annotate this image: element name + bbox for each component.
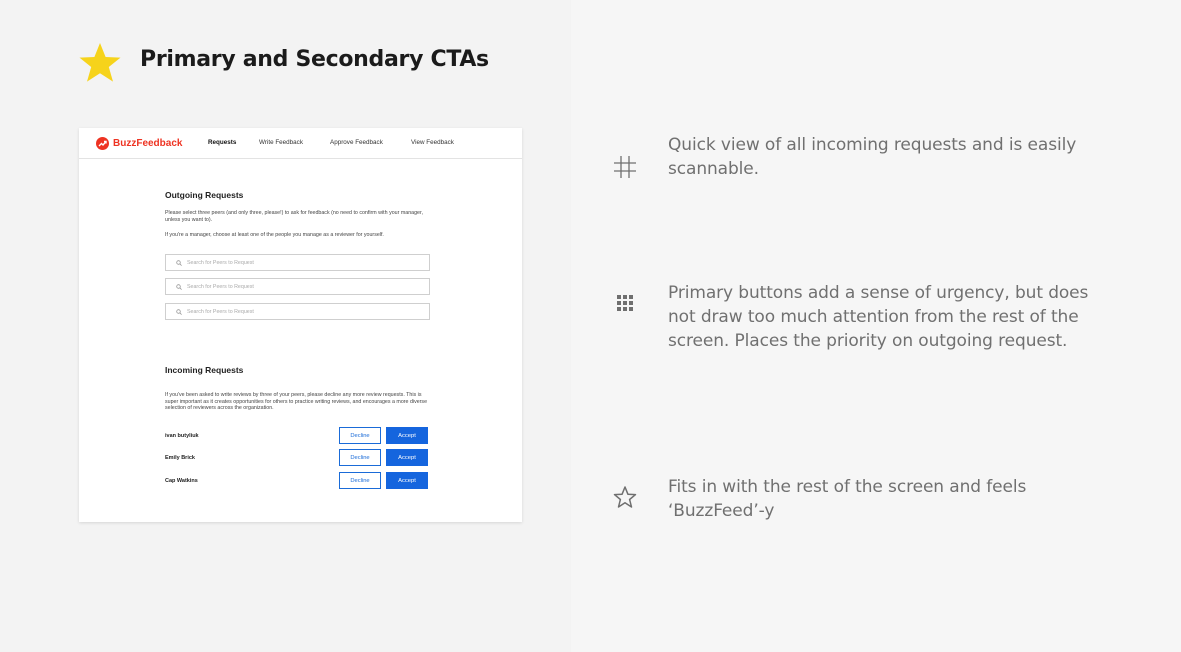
manager-desc: If you're a manager, choose at least one…	[165, 232, 384, 238]
search-input[interactable]: Search for Peers to Request	[165, 278, 430, 295]
outgoing-desc: Please select three peers (and only thre…	[165, 210, 423, 223]
search-placeholder: Search for Peers to Request	[187, 308, 254, 315]
feature-text: Quick view of all incoming requests and …	[668, 135, 1077, 179]
grid-icon	[617, 295, 633, 311]
search-icon	[176, 260, 182, 266]
request-name: Emily Brick	[165, 455, 195, 461]
hash-icon	[614, 156, 636, 178]
search-icon	[176, 309, 182, 315]
app-mockup: BuzzFeedback Requests Write Feedback App…	[79, 128, 522, 522]
feature-text: Primary buttons add a sense of urgency, …	[668, 283, 1089, 351]
outgoing-title: Outgoing Requests	[165, 190, 244, 200]
accept-button[interactable]: Accept	[386, 449, 428, 466]
incoming-desc: If you've been asked to write reviews by…	[165, 392, 428, 412]
brand-name: BuzzFeedback	[113, 138, 183, 149]
request-name: Cap Watkins	[165, 478, 198, 484]
feature-text: Fits in with the rest of the screen and …	[668, 477, 1027, 521]
decline-button[interactable]: Decline	[339, 427, 381, 444]
decline-button[interactable]: Decline	[339, 449, 381, 466]
request-name: ivan butyliuk	[165, 433, 199, 439]
nav-write-feedback[interactable]: Write Feedback	[259, 139, 303, 146]
brand-logo[interactable]: BuzzFeedback	[96, 137, 182, 150]
search-icon	[176, 284, 182, 290]
nav-approve-feedback[interactable]: Approve Feedback	[330, 139, 383, 146]
star-outline-icon	[613, 486, 637, 508]
search-placeholder: Search for Peers to Request	[187, 259, 254, 266]
decline-button[interactable]: Decline	[339, 472, 381, 489]
page-title: Primary and Secondary CTAs	[140, 47, 489, 72]
accept-button[interactable]: Accept	[386, 472, 428, 489]
nav-requests[interactable]: Requests	[208, 139, 236, 146]
search-input[interactable]: Search for Peers to Request	[165, 254, 430, 271]
incoming-title: Incoming Requests	[165, 365, 244, 375]
search-input[interactable]: Search for Peers to Request	[165, 303, 430, 320]
buzz-arrow-icon	[96, 137, 109, 150]
star-icon	[79, 43, 121, 82]
search-placeholder: Search for Peers to Request	[187, 283, 254, 290]
app-navbar: BuzzFeedback Requests Write Feedback App…	[79, 128, 522, 159]
nav-view-feedback[interactable]: View Feedback	[411, 139, 454, 146]
accept-button[interactable]: Accept	[386, 427, 428, 444]
